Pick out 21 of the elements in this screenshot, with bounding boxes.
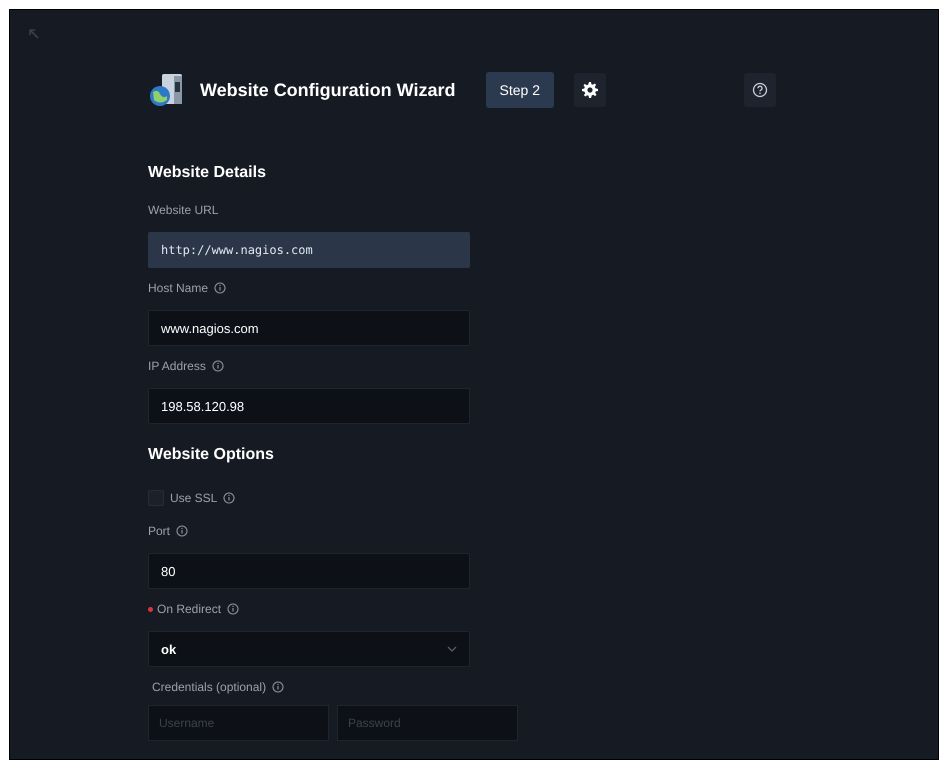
gear-icon xyxy=(582,82,598,98)
section-heading: Website Options xyxy=(148,446,275,464)
window-title: Website Configuration Wizard xyxy=(200,80,456,100)
field-label: On Redirect xyxy=(157,602,222,616)
help-icon xyxy=(752,82,768,98)
settings-button[interactable] xyxy=(574,73,606,107)
field-label: Credentials (optional) xyxy=(152,680,266,694)
field-label: Website URL xyxy=(148,203,218,217)
field-label: Port xyxy=(148,524,170,538)
select-field[interactable]: ok xyxy=(148,631,470,667)
field-label: IP Address xyxy=(148,359,206,373)
section-heading: Website Details xyxy=(148,164,267,182)
help-button[interactable] xyxy=(744,73,776,107)
caret-icon xyxy=(447,646,457,652)
step-badge: Step 2 xyxy=(486,72,554,108)
input-field[interactable]: 80 xyxy=(148,553,470,589)
input-field[interactable]: 198.58.120.98 xyxy=(148,388,470,424)
input-field[interactable]: www.nagios.com xyxy=(148,310,470,346)
input-field[interactable]: http://www.nagios.com xyxy=(148,232,470,268)
field-label: Use SSL xyxy=(170,491,218,505)
field-label: Host Name xyxy=(148,281,208,295)
